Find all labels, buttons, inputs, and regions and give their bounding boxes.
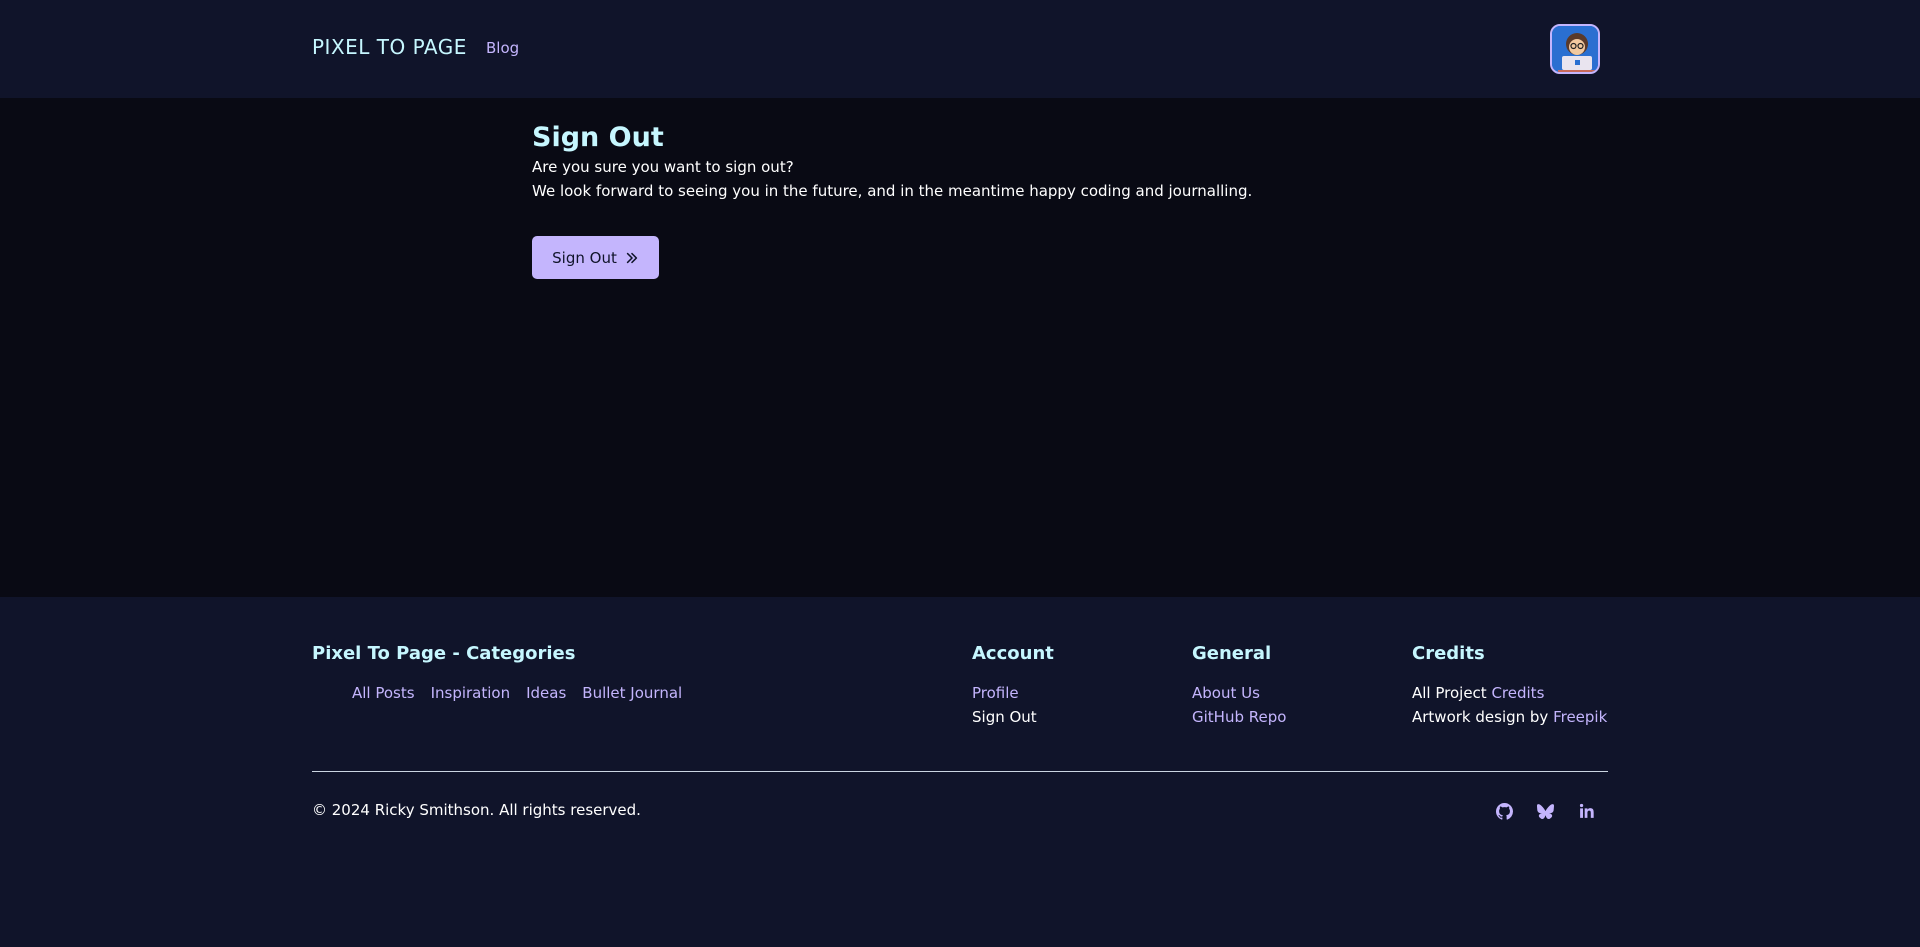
freepik-link[interactable]: Freepik xyxy=(1553,708,1607,726)
github-icon xyxy=(1496,803,1513,820)
avatar[interactable] xyxy=(1550,24,1600,74)
nav-blog-link[interactable]: Blog xyxy=(486,39,519,57)
sign-out-button[interactable]: Sign Out xyxy=(532,236,659,279)
social-links xyxy=(1496,803,1597,822)
category-ideas-link[interactable]: Ideas xyxy=(526,684,566,702)
page-title: Sign Out xyxy=(532,122,664,153)
linkedin-icon xyxy=(1579,803,1594,818)
about-us-link[interactable]: About Us xyxy=(1192,684,1286,702)
profile-link[interactable]: Profile xyxy=(972,684,1037,702)
footer-sign-out-link[interactable]: Sign Out xyxy=(972,708,1037,726)
account-heading: Account xyxy=(972,643,1054,664)
account-links: Profile Sign Out xyxy=(972,684,1037,726)
category-inspiration-link[interactable]: Inspiration xyxy=(431,684,511,702)
avatar-icon xyxy=(1552,26,1598,72)
github-social-link[interactable] xyxy=(1496,803,1515,822)
category-bullet-journal-link[interactable]: Bullet Journal xyxy=(582,684,682,702)
brand-link[interactable]: PIXEL TO PAGE xyxy=(312,35,467,59)
credits-link[interactable]: Credits xyxy=(1491,684,1544,702)
farewell-message: We look forward to seeing you in the fut… xyxy=(532,182,1253,200)
general-heading: General xyxy=(1192,643,1272,664)
category-links: All Posts Inspiration Ideas Bullet Journ… xyxy=(352,684,682,702)
site-header: PIXEL TO PAGE Blog xyxy=(0,0,1920,98)
sign-out-button-label: Sign Out xyxy=(552,248,617,267)
credits-links: All Project Credits Artwork design by Fr… xyxy=(1412,684,1607,726)
linkedin-social-link[interactable] xyxy=(1578,803,1597,822)
main-content: Sign Out Are you sure you want to sign o… xyxy=(0,98,1920,597)
footer-divider xyxy=(312,771,1608,772)
github-repo-link[interactable]: GitHub Repo xyxy=(1192,708,1286,726)
general-links: About Us GitHub Repo xyxy=(1192,684,1286,726)
credits-prefix: All Project xyxy=(1412,684,1492,702)
double-chevron-right-icon xyxy=(626,252,638,263)
confirm-question: Are you sure you want to sign out? xyxy=(532,158,794,176)
site-footer: Pixel To Page - Categories All Posts Ins… xyxy=(0,597,1920,947)
bluesky-social-link[interactable] xyxy=(1537,803,1556,822)
credits-line: All Project Credits xyxy=(1412,684,1607,702)
copyright-text: © 2024 Ricky Smithson. All rights reserv… xyxy=(312,801,641,819)
credits-heading: Credits xyxy=(1412,643,1485,664)
artwork-line: Artwork design by Freepik xyxy=(1412,708,1607,726)
categories-heading: Pixel To Page - Categories xyxy=(312,643,576,664)
category-all-posts-link[interactable]: All Posts xyxy=(352,684,415,702)
artwork-prefix: Artwork design by xyxy=(1412,708,1554,726)
bluesky-icon xyxy=(1537,804,1554,820)
